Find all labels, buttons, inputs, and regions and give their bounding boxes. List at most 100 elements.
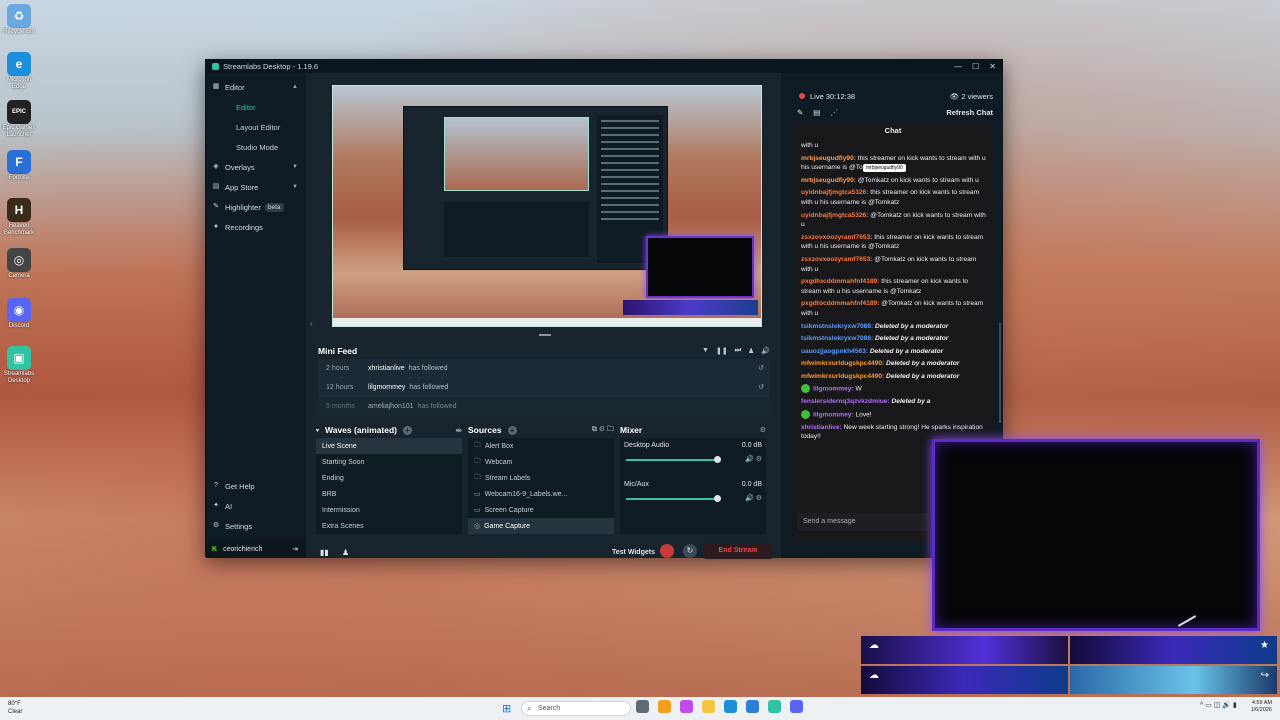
volume-icon[interactable]: 🔊 [761,347,770,355]
clock[interactable]: 4:59 AM 1/6/2026 [1251,700,1272,714]
chat-username[interactable]: uyidnbajfjmgtca5326: [801,212,868,219]
chat-username[interactable]: zsxzovxoozyramf7653: [801,256,872,263]
replay-icon[interactable]: ↺ [758,364,764,372]
edit-icon[interactable]: ✎ [797,108,803,117]
weather-widget[interactable]: 80°F Clear [8,700,22,716]
chat-scrollbar[interactable] [999,323,1001,423]
source-item[interactable]: 🗀 Stream Labels [468,470,614,486]
document-icon[interactable]: ▤ [813,108,820,117]
chat-username[interactable]: fenslersidernq3qzvkzdmiue: [801,398,890,405]
refresh-chat-button[interactable]: Refresh Chat [946,108,993,117]
source-item[interactable]: 🗀 Webcam [468,454,614,470]
sidebar-item-app-store[interactable]: ▤ App Store ▼ [206,177,306,197]
volume-icon[interactable]: 🔊 ⚙ [745,494,762,502]
filter-icon[interactable]: ▼ [702,347,709,355]
chat-username[interactable]: mfwimkrxurldugskpc4490: [801,360,884,367]
source-item[interactable]: 🗀 Alert Box [468,438,614,454]
gear-icon[interactable]: ⚙ [760,426,766,434]
stream-preview[interactable] [332,85,762,327]
transition-icon[interactable]: ⇹ [455,426,462,435]
skip-icon[interactable]: ⏭ [735,347,741,355]
scene-item[interactable]: BRB [316,486,462,502]
add-scene-button[interactable]: + [402,425,412,435]
chat-username[interactable]: pxgdtocddmmahfnf4189: [801,278,879,285]
volume-slider[interactable]: 🔊 ⚙ [624,492,762,506]
user-account-row[interactable]: K ceorichierich ⇥ [206,540,306,558]
desktop-icon[interactable]: e Microsoft Edge [2,52,36,91]
sidebar-item-settings[interactable]: ⚙ Settings [206,516,306,536]
desktop-icon[interactable]: ▣ Streamlabs Desktop [2,346,36,385]
share-icon[interactable]: ⋰ [830,108,838,117]
sidebar-item-highlighter[interactable]: ✎ Highlighter beta [206,197,306,217]
scene-collection-title[interactable]: Waves (animated) [325,425,397,435]
taskbar-app-icon[interactable] [636,700,649,713]
desktop-icon[interactable]: ◉ Discord [2,298,36,330]
chat-username[interactable]: zsxzovxoozyramf7653: [801,234,872,241]
sidebar-item-get-help[interactable]: ? Get Help [206,476,306,496]
sidebar-item-overlays[interactable]: ◈ Overlays ▼ [206,157,306,177]
chat-username[interactable]: tsikmstnslokryxw7086: [801,335,873,342]
close-button[interactable]: ✕ [989,62,996,71]
add-source-button[interactable]: + [507,425,517,435]
source-tools-icon[interactable]: ⧉ ⚙ 🗀 [592,425,614,436]
test-widgets-button[interactable]: Test Widgets [612,549,655,556]
collapse-left-icon[interactable]: ‹ [310,319,313,328]
scene-item[interactable]: Starting Soon [316,454,462,470]
taskbar-app-icon[interactable] [790,700,803,713]
record-button[interactable] [660,544,674,558]
taskbar-app-icon[interactable] [768,700,781,713]
scene-item[interactable]: Live Scene [316,438,462,454]
source-item[interactable]: ▭ Webcam16-9_Labels.we... [468,486,614,502]
sidebar-sub-studio-mode[interactable]: Studio Mode [206,137,306,157]
sidebar-sub-editor[interactable]: Editor [206,97,306,117]
scene-item[interactable]: Ending [316,470,462,486]
slider-knob[interactable] [714,495,721,502]
system-tray-icons[interactable]: ^ ▭ ◫ 🔊 ▮ [1200,701,1237,709]
chat-username[interactable]: pxgdtocddmmahfnf4189: [801,300,879,307]
chat-input[interactable]: Send a message [797,513,929,531]
windows-start-icon[interactable]: ⊞ [502,702,511,715]
chat-username[interactable]: mrbjseugudfiy90: [801,155,856,162]
scene-item[interactable]: Intermission [316,502,462,518]
replay-buffer-button[interactable]: ↻ [683,544,697,558]
logout-icon[interactable]: ⇥ [292,545,298,553]
source-item[interactable]: ▭ Screen Capture [468,502,614,518]
resize-handle[interactable] [539,334,551,336]
taskbar-app-icon[interactable] [680,700,693,713]
source-item[interactable]: ◎ Game Capture [468,518,614,534]
taskbar-app-icon[interactable] [658,700,671,713]
desktop-icon[interactable]: ◎ Camera [2,248,36,280]
stats-icon[interactable]: ▮▮ [320,548,329,557]
chat-username[interactable]: lilgmommey: [813,386,854,393]
replay-icon[interactable]: ↺ [758,383,764,391]
sidebar-item-recordings[interactable]: ● Recordings [206,217,306,237]
chat-username[interactable]: uauozjjaogpnkh4563: [801,348,868,355]
desktop-icon[interactable]: F Fortnite [2,150,36,182]
pause-icon[interactable]: ❚❚ [716,347,728,355]
taskbar-app-icon[interactable] [724,700,737,713]
end-stream-button[interactable]: End Stream [704,543,772,559]
taskbar-app-icon[interactable] [702,700,715,713]
chat-username[interactable]: lilgmommey: [813,411,854,418]
chat-username[interactable]: xhristianlive: [801,424,842,431]
chat-username[interactable]: uyidnbajfjmgtca5326: [801,189,868,196]
slider-knob[interactable] [714,456,721,463]
chat-username[interactable]: mfwimkrxurldugskpc4490: [801,373,884,380]
chat-username[interactable]: tsikmstnslokryxw7086: [801,323,873,330]
sidebar-item-editor[interactable]: ▦ Editor ▲ [206,77,306,97]
sidebar-sub-layout-editor[interactable]: Layout Editor [206,117,306,137]
settings-icon[interactable]: ♟ [748,347,754,355]
alert-icon[interactable]: ♟ [342,548,349,557]
sidebar-item-ai[interactable]: ✦ AI [206,496,306,516]
chevron-down-icon[interactable]: ▾ [316,427,319,434]
desktop-icon[interactable]: ♻ Recycle Bin [2,4,36,36]
volume-icon[interactable]: 🔊 ⚙ [745,455,762,463]
desktop-icon[interactable]: H Heaven Benchmark [2,198,36,237]
volume-slider[interactable]: 🔊 ⚙ [624,453,762,467]
chat-username[interactable]: mrbjseugudfiy90: [801,177,856,184]
taskbar-search[interactable]: ⌕ Search [521,701,631,716]
minimize-button[interactable]: — [954,62,962,71]
scene-item[interactable]: Extra Scenes [316,518,462,534]
desktop-icon[interactable]: EPIC Epic Games Launcher [2,100,36,139]
taskbar-app-icon[interactable] [746,700,759,713]
